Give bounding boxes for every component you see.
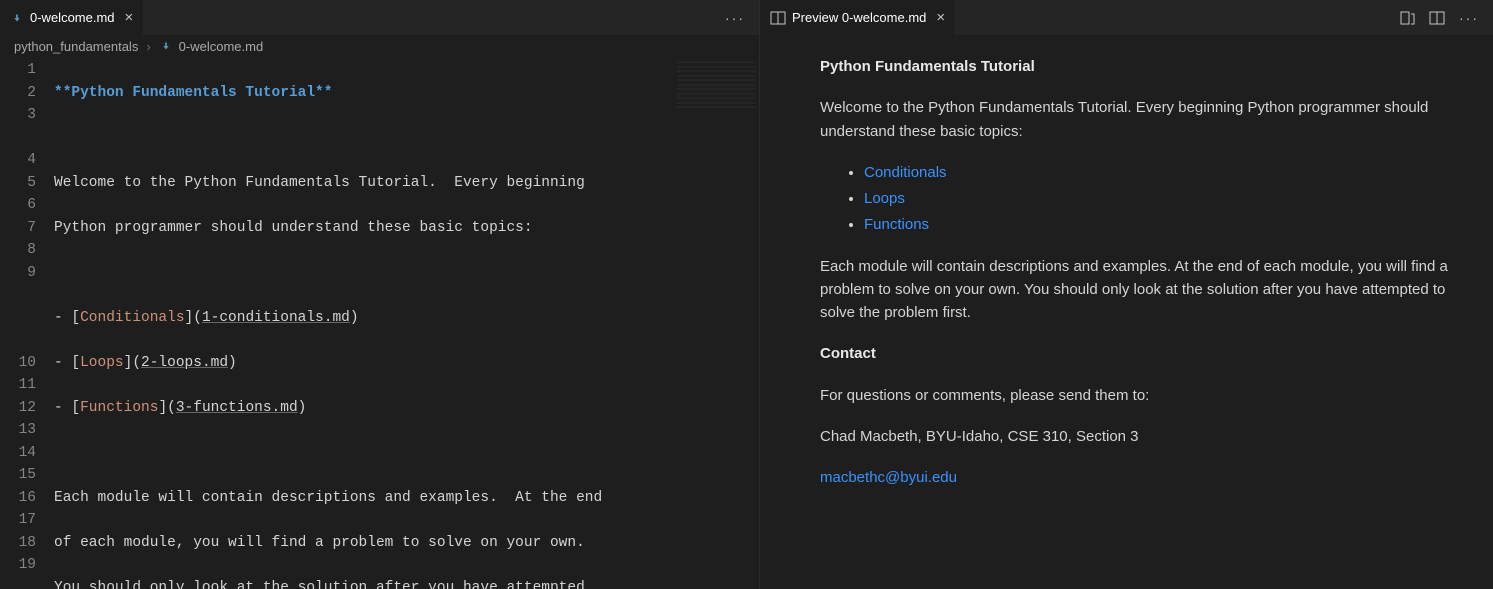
tab-welcome-md[interactable]: 0-welcome.md × — [0, 0, 143, 35]
preview-pane: Preview 0-welcome.md × ··· Python Fundam… — [760, 0, 1493, 589]
preview-list: Conditionals Loops Functions — [820, 161, 1453, 237]
preview-heading: Python Fundamentals Tutorial — [820, 58, 1035, 75]
more-actions-icon[interactable]: ··· — [1459, 10, 1479, 26]
link-functions[interactable]: Functions — [864, 216, 929, 233]
minimap[interactable] — [677, 61, 755, 111]
tab-preview[interactable]: Preview 0-welcome.md × — [760, 0, 955, 35]
close-icon[interactable]: × — [125, 9, 134, 26]
preview-paragraph: Chad Macbeth, BYU-Idaho, CSE 310, Sectio… — [820, 425, 1453, 448]
editor-tab-actions: ··· — [725, 10, 759, 26]
show-source-icon[interactable] — [1399, 10, 1415, 26]
breadcrumb-file[interactable]: 0-welcome.md — [179, 39, 264, 54]
split-editor-icon[interactable] — [1429, 10, 1445, 26]
code-area[interactable]: **Python Fundamentals Tutorial** Welcome… — [54, 59, 759, 589]
breadcrumb[interactable]: python_fundamentals › 0-welcome.md — [0, 35, 759, 57]
preview-paragraph: For questions or comments, please send t… — [820, 384, 1453, 407]
preview-paragraph: Each module will contain descriptions an… — [820, 255, 1453, 325]
more-actions-icon[interactable]: ··· — [725, 10, 745, 26]
code-text: Welcome to the Python Fundamentals Tutor… — [54, 175, 585, 191]
markdown-file-icon — [159, 39, 173, 53]
link-conditionals[interactable]: Conditionals — [864, 164, 947, 181]
list-item: Functions — [864, 213, 1453, 236]
preview-icon — [770, 10, 786, 26]
link-loops[interactable]: Loops — [864, 190, 905, 207]
list-item: Loops — [864, 187, 1453, 210]
close-icon[interactable]: × — [936, 9, 945, 26]
preview-paragraph: Welcome to the Python Fundamentals Tutor… — [820, 96, 1453, 143]
code-text: Python programmer should understand thes… — [54, 220, 533, 236]
link-email[interactable]: macbethc@byui.edu — [820, 469, 957, 486]
code-text: **Python Fundamentals Tutorial** — [54, 85, 332, 101]
preview-heading: Contact — [820, 345, 876, 362]
chevron-right-icon: › — [146, 39, 150, 54]
tab-label: 0-welcome.md — [30, 10, 115, 25]
list-item: Conditionals — [864, 161, 1453, 184]
markdown-preview[interactable]: Python Fundamentals Tutorial Welcome to … — [760, 35, 1493, 589]
tab-label: Preview 0-welcome.md — [792, 10, 926, 25]
markdown-file-icon — [10, 11, 24, 25]
editor-body: 12345678910111213141516171819 **Python F… — [0, 57, 759, 589]
breadcrumb-folder[interactable]: python_fundamentals — [14, 39, 138, 54]
editor-tabs-bar: 0-welcome.md × ··· — [0, 0, 759, 35]
line-gutter: 12345678910111213141516171819 — [0, 59, 54, 589]
preview-tabs-bar: Preview 0-welcome.md × ··· — [760, 0, 1493, 35]
editor-pane: 0-welcome.md × ··· python_fundamentals ›… — [0, 0, 760, 589]
